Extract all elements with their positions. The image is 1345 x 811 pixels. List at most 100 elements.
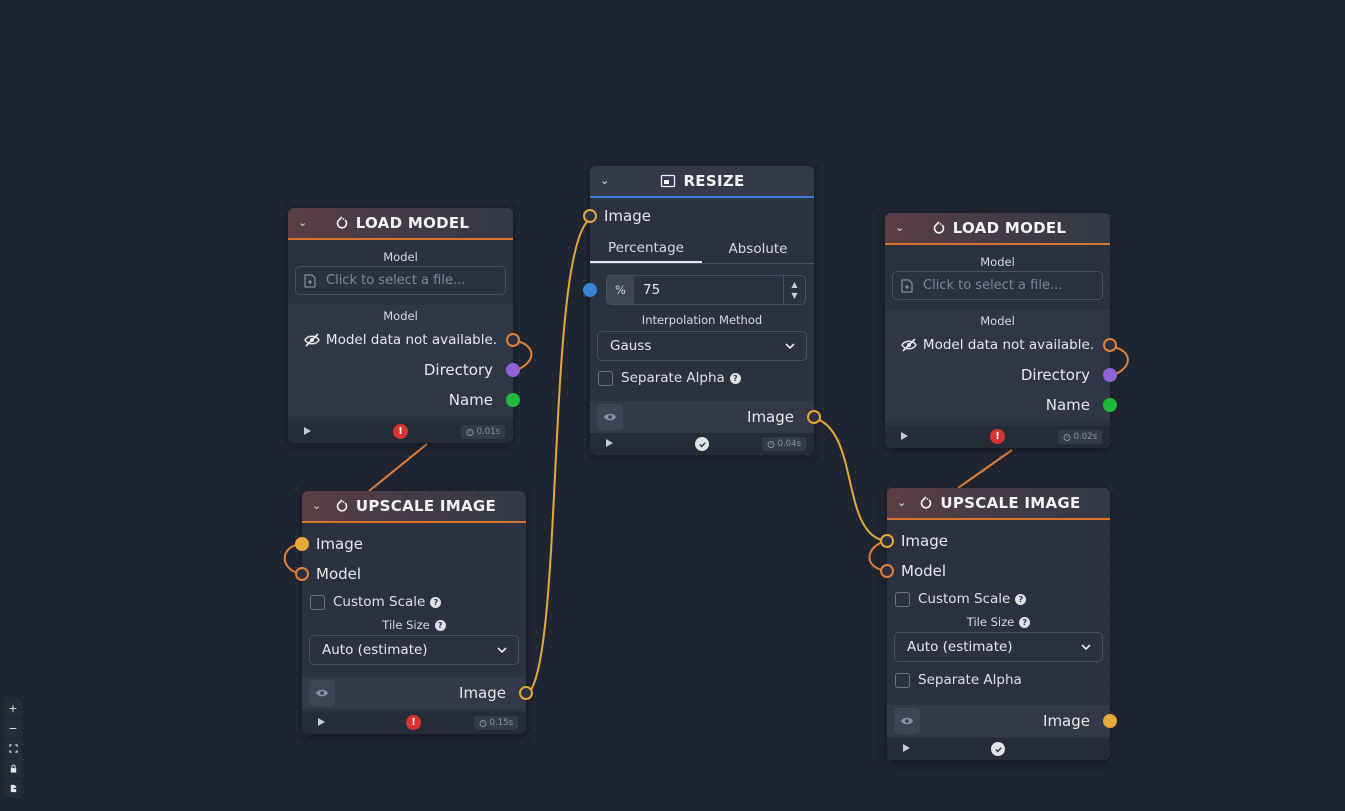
output-row: Image bbox=[887, 705, 1117, 737]
number-stepper[interactable]: ▲ ▼ bbox=[783, 276, 805, 304]
play-icon[interactable] bbox=[606, 439, 613, 447]
percentage-input[interactable]: % 75 ▲ ▼ bbox=[583, 275, 806, 305]
help-icon[interactable]: ? bbox=[729, 372, 741, 384]
chevron-down-icon[interactable]: ⌄ bbox=[895, 221, 905, 234]
eye-off-icon bbox=[901, 338, 917, 352]
file-select-input[interactable]: Click to select a file... bbox=[892, 271, 1103, 300]
tile-size-label: Tile Size bbox=[382, 618, 430, 632]
node-footer: ! 0.01s bbox=[288, 421, 513, 443]
error-icon[interactable]: ! bbox=[393, 424, 408, 439]
image-output-handle[interactable] bbox=[807, 410, 821, 424]
zoom-out-button[interactable]: − bbox=[4, 719, 22, 739]
separate-alpha-checkbox[interactable] bbox=[598, 370, 613, 386]
play-icon[interactable] bbox=[318, 718, 325, 726]
image-output-label: Image bbox=[1043, 712, 1090, 730]
node-header[interactable]: ⌄ UPSCALE IMAGE bbox=[302, 491, 526, 523]
help-icon[interactable]: ? bbox=[434, 619, 446, 631]
load-model-node[interactable]: ⌄ LOAD MODEL Model Click to select a fil… bbox=[885, 213, 1117, 448]
node-footer: ! 0.15s bbox=[302, 712, 526, 734]
interpolation-select[interactable]: Gauss bbox=[597, 331, 807, 361]
custom-scale-row: Custom Scale ? bbox=[302, 589, 526, 615]
help-icon[interactable]: ? bbox=[430, 596, 442, 608]
model-unavailable-text: Model data not available. bbox=[325, 332, 498, 348]
model-output-handle[interactable] bbox=[1103, 338, 1117, 352]
file-select-input[interactable]: Click to select a file... bbox=[295, 266, 506, 295]
image-output-label: Image bbox=[747, 408, 794, 426]
play-icon[interactable] bbox=[304, 427, 311, 435]
upscale-image-node[interactable]: ⌄ UPSCALE IMAGE Image Model Custom Scale… bbox=[880, 488, 1117, 760]
model-input-handle[interactable] bbox=[295, 567, 309, 581]
export-button[interactable] bbox=[4, 779, 22, 799]
play-icon[interactable] bbox=[903, 744, 910, 752]
eye-icon[interactable] bbox=[309, 680, 335, 706]
edge-resize-to-upscale-2 bbox=[813, 417, 887, 542]
timer-badge: 0.02s bbox=[1057, 430, 1102, 444]
error-icon[interactable]: ! bbox=[406, 715, 421, 730]
fit-view-button[interactable] bbox=[4, 739, 22, 759]
tile-size-value: Auto (estimate) bbox=[907, 639, 1013, 655]
separate-alpha-checkbox[interactable] bbox=[895, 672, 910, 688]
image-input-handle[interactable] bbox=[880, 534, 894, 548]
custom-scale-checkbox[interactable] bbox=[310, 594, 325, 610]
outputs-section: Model Model data not available. Director… bbox=[288, 305, 520, 415]
resize-node[interactable]: ⌄ RESIZE Image Percentage Absolute % 75 … bbox=[583, 166, 821, 455]
custom-scale-label: Custom Scale bbox=[918, 591, 1011, 607]
outputs-section: Model Model data not available. Director… bbox=[885, 310, 1117, 420]
upscale-image-node[interactable]: ⌄ UPSCALE IMAGE Image Model Custom Scale… bbox=[295, 491, 533, 734]
tile-size-label-row: Tile Size ? bbox=[887, 612, 1110, 632]
image-input-handle[interactable] bbox=[583, 209, 597, 223]
directory-output-handle[interactable] bbox=[506, 363, 520, 377]
zoom-in-button[interactable]: + bbox=[4, 699, 22, 719]
model-output-handle[interactable] bbox=[506, 333, 520, 347]
name-output-handle[interactable] bbox=[1103, 398, 1117, 412]
tile-size-value: Auto (estimate) bbox=[322, 642, 428, 658]
output-row: Image bbox=[302, 677, 533, 709]
canvas-controls: + − bbox=[4, 699, 22, 799]
help-icon[interactable]: ? bbox=[1015, 593, 1027, 605]
node-header[interactable]: ⌄ UPSCALE IMAGE bbox=[887, 488, 1110, 520]
node-header[interactable]: ⌄ RESIZE bbox=[590, 166, 814, 198]
chevron-down-icon[interactable]: ⌄ bbox=[312, 499, 322, 512]
image-input-handle[interactable] bbox=[295, 537, 309, 551]
model-output-row: Model data not available. bbox=[885, 330, 1117, 360]
custom-scale-checkbox[interactable] bbox=[895, 591, 910, 607]
tile-size-select[interactable]: Auto (estimate) bbox=[309, 635, 519, 665]
load-model-node[interactable]: ⌄ LOAD MODEL Model Click to select a fil… bbox=[288, 208, 520, 443]
node-footer: ! 0.02s bbox=[885, 426, 1110, 448]
image-output-handle[interactable] bbox=[1103, 714, 1117, 728]
check-icon[interactable] bbox=[991, 742, 1005, 756]
model-output-label: Model bbox=[980, 314, 1015, 328]
eye-icon[interactable] bbox=[597, 404, 623, 430]
error-icon[interactable]: ! bbox=[990, 429, 1005, 444]
eye-icon[interactable] bbox=[894, 708, 920, 734]
directory-output-handle[interactable] bbox=[1103, 368, 1117, 382]
model-input-label: Model bbox=[383, 250, 418, 264]
tile-size-select[interactable]: Auto (estimate) bbox=[894, 632, 1103, 662]
name-label: Name bbox=[448, 391, 493, 409]
name-output-row: Name bbox=[885, 390, 1117, 420]
check-icon[interactable] bbox=[695, 437, 709, 451]
name-output-handle[interactable] bbox=[506, 393, 520, 407]
help-icon[interactable]: ? bbox=[1019, 616, 1031, 628]
number-input-handle[interactable] bbox=[583, 283, 597, 297]
chevron-down-icon[interactable]: ⌄ bbox=[897, 496, 907, 509]
play-icon[interactable] bbox=[901, 432, 908, 440]
timer-value: 0.02s bbox=[1073, 432, 1097, 442]
model-input-handle[interactable] bbox=[880, 564, 894, 578]
chevron-down-icon[interactable]: ⌄ bbox=[600, 174, 610, 187]
timer-icon bbox=[479, 720, 487, 727]
file-icon bbox=[304, 274, 316, 287]
timer-value: 0.15s bbox=[489, 718, 513, 728]
node-header[interactable]: ⌄ LOAD MODEL bbox=[288, 208, 513, 240]
lock-button[interactable] bbox=[4, 759, 22, 779]
image-output-handle[interactable] bbox=[519, 686, 533, 700]
output-row: Image bbox=[590, 401, 821, 433]
image-input-label: Image bbox=[604, 207, 651, 225]
timer-icon bbox=[1063, 434, 1071, 441]
tab-absolute[interactable]: Absolute bbox=[702, 234, 814, 263]
node-header[interactable]: ⌄ LOAD MODEL bbox=[885, 213, 1110, 245]
timer-value: 0.04s bbox=[777, 439, 801, 449]
tab-percentage[interactable]: Percentage bbox=[590, 234, 702, 263]
chevron-down-icon[interactable]: ⌄ bbox=[298, 216, 308, 229]
separate-alpha-row: Separate Alpha ? bbox=[590, 364, 814, 392]
